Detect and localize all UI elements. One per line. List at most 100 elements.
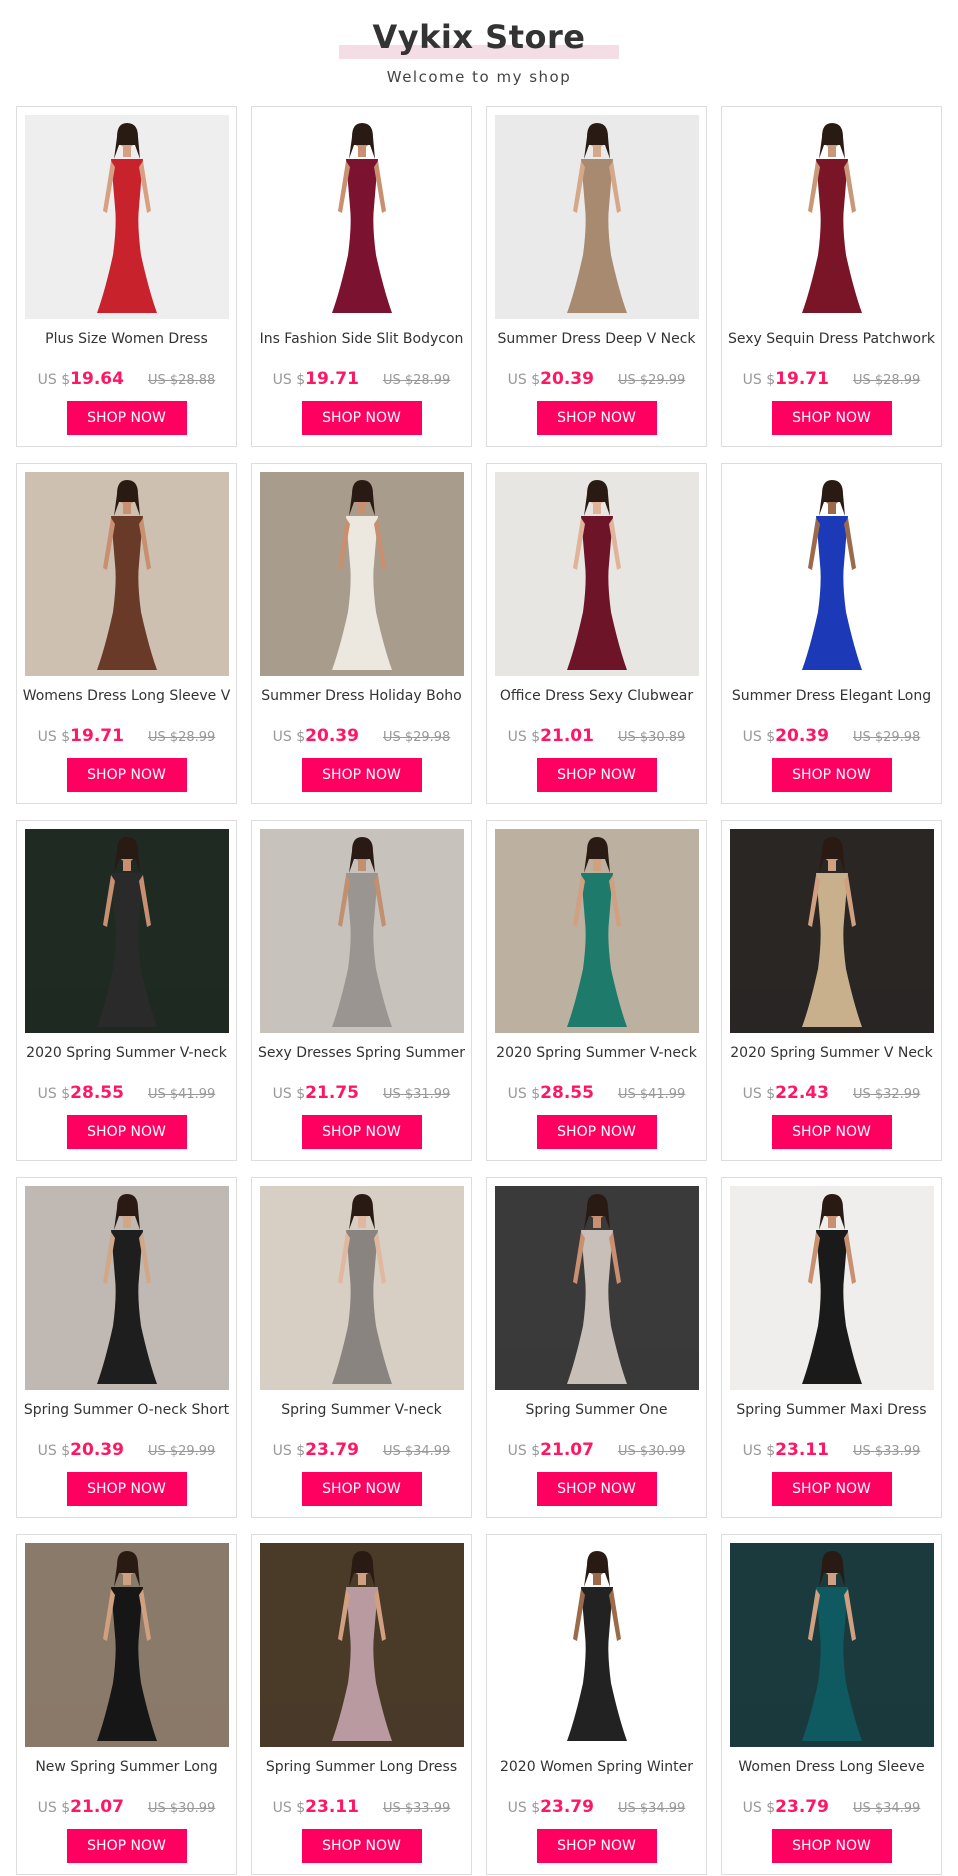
product-card[interactable]: Womens Dress Long Sleeve V US $19.71 US $2…: [16, 463, 237, 804]
shop-now-button[interactable]: SHOP NOW: [301, 758, 422, 792]
product-image[interactable]: [260, 1186, 464, 1390]
product-title[interactable]: Spring Summer Long Dress: [256, 1759, 467, 1775]
product-title[interactable]: Summer Dress Elegant Long: [726, 688, 937, 704]
product-image[interactable]: [495, 1543, 699, 1747]
product-image[interactable]: [730, 1186, 934, 1390]
currency-label: US $: [742, 729, 776, 745]
product-card[interactable]: Summer Dress Deep V Neck US $20.39 US $29.…: [486, 106, 707, 447]
currency-label: US $: [742, 1800, 776, 1816]
original-price: US $34.99: [852, 1801, 921, 1816]
product-card[interactable]: Ins Fashion Side Slit Bodycon US $19.71 US…: [251, 106, 472, 447]
sale-price: 21.01: [540, 726, 594, 746]
product-title[interactable]: New Spring Summer Long: [21, 1759, 232, 1775]
product-card[interactable]: Office Dress Sexy Clubwear US $21.01 US $3…: [486, 463, 707, 804]
shop-now-button[interactable]: SHOP NOW: [301, 1472, 422, 1506]
product-image[interactable]: [495, 829, 699, 1033]
shop-now-button[interactable]: SHOP NOW: [771, 1472, 892, 1506]
product-card[interactable]: Spring Summer Long Dress US $23.11 US $33.…: [251, 1534, 472, 1875]
shop-now-button[interactable]: SHOP NOW: [536, 1472, 657, 1506]
product-image[interactable]: [730, 115, 934, 319]
shop-now-button[interactable]: SHOP NOW: [771, 1115, 892, 1149]
product-card[interactable]: Sexy Dresses Spring Summer US $21.75 US $3…: [251, 820, 472, 1161]
shop-now-button[interactable]: SHOP NOW: [301, 1829, 422, 1863]
price-row: US $21.75 US $31.99: [252, 1083, 471, 1107]
product-image[interactable]: [25, 829, 229, 1033]
product-title[interactable]: Ins Fashion Side Slit Bodycon: [256, 331, 467, 347]
product-image[interactable]: [495, 472, 699, 676]
product-image[interactable]: [25, 472, 229, 676]
product-image[interactable]: [495, 115, 699, 319]
product-image[interactable]: [730, 829, 934, 1033]
product-card[interactable]: 2020 Spring Summer V Neck US $22.43 US $32…: [721, 820, 942, 1161]
shop-now-button[interactable]: SHOP NOW: [771, 1829, 892, 1863]
product-card[interactable]: Plus Size Women Dress US $19.64 US $28.88 S…: [16, 106, 237, 447]
sale-price: 20.39: [305, 726, 359, 746]
original-price: US $28.99: [852, 373, 921, 388]
original-price: US $28.99: [382, 373, 451, 388]
currency-label: US $: [37, 1086, 71, 1102]
product-title[interactable]: Summer Dress Deep V Neck: [491, 331, 702, 347]
shop-now-button[interactable]: SHOP NOW: [66, 758, 187, 792]
product-card[interactable]: New Spring Summer Long US $21.07 US $30.99…: [16, 1534, 237, 1875]
product-title[interactable]: Womens Dress Long Sleeve V: [21, 688, 232, 704]
currency-label: US $: [37, 1443, 71, 1459]
product-image[interactable]: [730, 472, 934, 676]
product-card[interactable]: Spring Summer Maxi Dress US $23.11 US $33.…: [721, 1177, 942, 1518]
product-image[interactable]: [25, 1186, 229, 1390]
product-image[interactable]: [730, 1543, 934, 1747]
product-title[interactable]: Spring Summer V-neck: [256, 1402, 467, 1418]
currency-label: US $: [272, 372, 306, 388]
product-image[interactable]: [260, 1543, 464, 1747]
product-card[interactable]: Summer Dress Holiday Boho US $20.39 US $29…: [251, 463, 472, 804]
product-title[interactable]: Spring Summer One: [491, 1402, 702, 1418]
product-card[interactable]: Summer Dress Elegant Long US $20.39 US $29…: [721, 463, 942, 804]
product-title[interactable]: Spring Summer Maxi Dress: [726, 1402, 937, 1418]
product-card[interactable]: 2020 Spring Summer V-neck US $28.55 US $41…: [16, 820, 237, 1161]
product-title[interactable]: 2020 Spring Summer V-neck: [21, 1045, 232, 1061]
store-header: Vykix Store Welcome to my shop: [0, 0, 958, 106]
shop-now-button[interactable]: SHOP NOW: [771, 401, 892, 435]
shop-now-button[interactable]: SHOP NOW: [536, 758, 657, 792]
shop-now-button[interactable]: SHOP NOW: [771, 758, 892, 792]
product-image[interactable]: [25, 1543, 229, 1747]
sale-price: 28.55: [540, 1083, 594, 1103]
product-title[interactable]: 2020 Spring Summer V-neck: [491, 1045, 702, 1061]
product-card[interactable]: Women Dress Long Sleeve US $23.79 US $34.9…: [721, 1534, 942, 1875]
product-title[interactable]: Sexy Dresses Spring Summer: [256, 1045, 467, 1061]
product-card[interactable]: 2020 Women Spring Winter US $23.79 US $34.…: [486, 1534, 707, 1875]
shop-now-button[interactable]: SHOP NOW: [301, 401, 422, 435]
shop-now-button[interactable]: SHOP NOW: [66, 1829, 187, 1863]
shop-now-button[interactable]: SHOP NOW: [536, 401, 657, 435]
product-image[interactable]: [260, 115, 464, 319]
product-title[interactable]: Spring Summer O-neck Short: [21, 1402, 232, 1418]
product-card[interactable]: Spring Summer V-neck US $23.79 US $34.99 SH…: [251, 1177, 472, 1518]
shop-now-button[interactable]: SHOP NOW: [301, 1115, 422, 1149]
shop-now-button[interactable]: SHOP NOW: [536, 1115, 657, 1149]
product-image[interactable]: [260, 472, 464, 676]
product-title[interactable]: Office Dress Sexy Clubwear: [491, 688, 702, 704]
product-title[interactable]: Summer Dress Holiday Boho: [256, 688, 467, 704]
product-card[interactable]: 2020 Spring Summer V-neck US $28.55 US $41…: [486, 820, 707, 1161]
product-title[interactable]: 2020 Women Spring Winter: [491, 1759, 702, 1775]
product-card[interactable]: Spring Summer O-neck Short US $20.39 US $2…: [16, 1177, 237, 1518]
currency-label: US $: [272, 1086, 306, 1102]
shop-now-button[interactable]: SHOP NOW: [66, 401, 187, 435]
product-card[interactable]: Spring Summer One US $21.07 US $30.99 SHOP …: [486, 1177, 707, 1518]
currency-label: US $: [272, 1443, 306, 1459]
product-card[interactable]: Sexy Sequin Dress Patchwork US $19.71 US $…: [721, 106, 942, 447]
product-title[interactable]: Plus Size Women Dress: [21, 331, 232, 347]
price-row: US $19.71 US $28.99: [722, 369, 941, 393]
product-grid: Plus Size Women Dress US $19.64 US $28.88 S…: [16, 106, 944, 1875]
product-image[interactable]: [260, 829, 464, 1033]
shop-now-button[interactable]: SHOP NOW: [66, 1115, 187, 1149]
product-image[interactable]: [495, 1186, 699, 1390]
price-row: US $28.55 US $41.99: [487, 1083, 706, 1107]
shop-now-button[interactable]: SHOP NOW: [536, 1829, 657, 1863]
price-row: US $28.55 US $41.99: [17, 1083, 236, 1107]
product-title[interactable]: 2020 Spring Summer V Neck: [726, 1045, 937, 1061]
shop-now-button[interactable]: SHOP NOW: [66, 1472, 187, 1506]
product-title[interactable]: Women Dress Long Sleeve: [726, 1759, 937, 1775]
price-row: US $22.43 US $32.99: [722, 1083, 941, 1107]
product-title[interactable]: Sexy Sequin Dress Patchwork: [726, 331, 937, 347]
product-image[interactable]: [25, 115, 229, 319]
